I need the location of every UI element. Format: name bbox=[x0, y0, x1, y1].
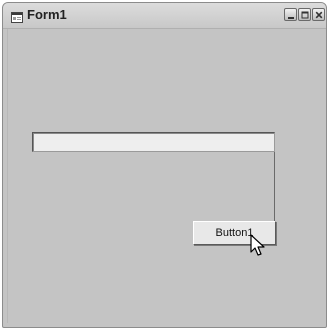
close-icon bbox=[315, 11, 323, 19]
maximize-button[interactable] bbox=[298, 8, 311, 21]
minimize-icon bbox=[288, 17, 294, 19]
button1[interactable]: Button1 bbox=[193, 221, 276, 245]
window-title: Form1 bbox=[27, 7, 67, 22]
text-box[interactable] bbox=[32, 132, 275, 152]
close-button[interactable] bbox=[312, 8, 325, 21]
form-icon[interactable] bbox=[11, 10, 23, 23]
title-bar[interactable]: Form1 bbox=[3, 3, 326, 29]
maximize-icon bbox=[301, 11, 309, 19]
minimize-button[interactable] bbox=[284, 8, 297, 21]
anchor-line bbox=[274, 152, 275, 223]
form1-window: Form1 Button1 bbox=[2, 2, 327, 328]
